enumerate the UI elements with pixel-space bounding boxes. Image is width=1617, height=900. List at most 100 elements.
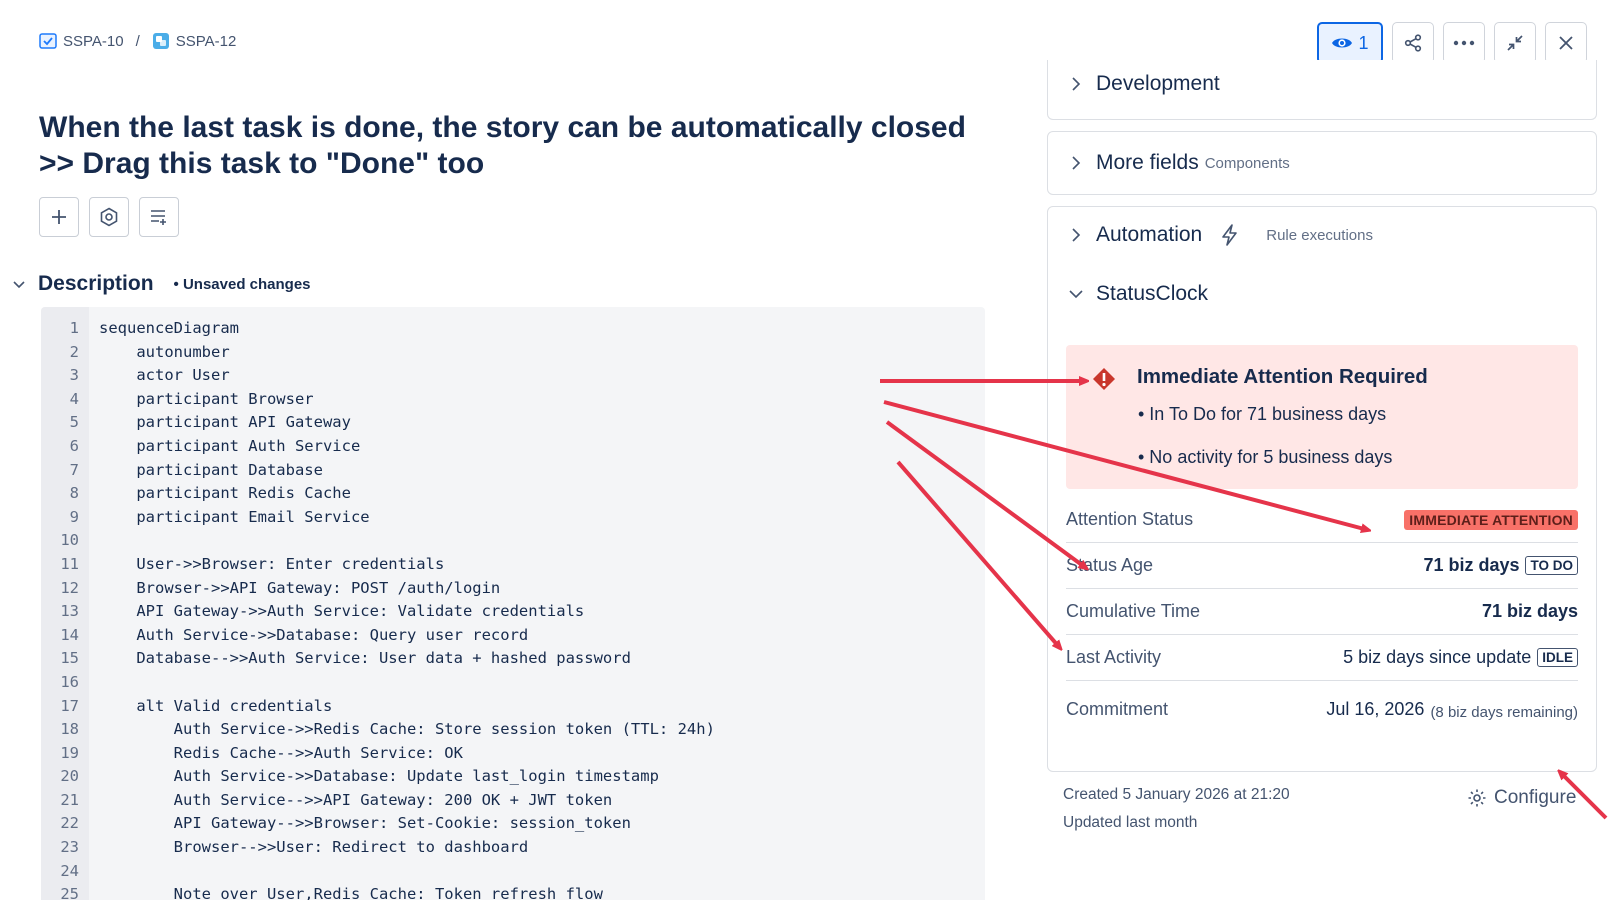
breadcrumb-separator: / — [135, 32, 140, 50]
line-number: 21 — [60, 790, 79, 809]
apps-button[interactable] — [89, 197, 129, 237]
line-text: sequenceDiagram — [99, 319, 239, 337]
last-activity-label: Last Activity — [1066, 647, 1162, 667]
eye-icon — [1332, 38, 1353, 48]
breadcrumb-parent[interactable]: SSPA-10 — [39, 32, 124, 50]
line-number: 24 — [60, 861, 79, 880]
configure-button[interactable]: Configure — [1467, 787, 1576, 809]
description-header[interactable]: Description • Unsaved changes — [12, 272, 311, 296]
development-panel[interactable]: Development — [1047, 60, 1597, 120]
line-number: 4 — [69, 389, 79, 408]
automation-row[interactable]: Automation Rule executions — [1068, 223, 1373, 247]
code-line: 12 Browser->>API Gateway: POST /auth/log… — [41, 577, 985, 601]
code-line: 22 API Gateway-->>Browser: Set-Cookie: s… — [41, 812, 985, 836]
code-line: 5 participant API Gateway — [41, 411, 985, 435]
development-title: Development — [1096, 72, 1220, 95]
more-fields-panel[interactable]: More fields Components — [1047, 131, 1597, 195]
code-line: 25 Note over User,Redis Cache: Token ref… — [41, 883, 985, 900]
code-line: 7 participant Database — [41, 459, 985, 483]
attention-alert: Immediate Attention Required • In To Do … — [1066, 345, 1578, 489]
close-button[interactable] — [1545, 22, 1587, 64]
line-number: 14 — [60, 625, 79, 644]
line-number: 25 — [60, 885, 79, 900]
code-line: 15 Database-->>Auth Service: User data +… — [41, 647, 985, 671]
line-text: participant Browser — [99, 389, 314, 408]
code-lines: 1 sequenceDiagram 2 autonumber 3 actor User… — [41, 317, 985, 900]
configure-label: Configure — [1494, 787, 1577, 808]
automation-title: Automation — [1096, 223, 1203, 246]
commitment-date: Jul 16, 2026 — [1326, 698, 1425, 719]
lightning-icon — [1222, 224, 1238, 246]
automation-panel: Automation Rule executions StatusClock I… — [1047, 206, 1597, 772]
statusclock-row[interactable]: StatusClock — [1068, 282, 1208, 306]
line-text: Note over User,Redis Cache: Token refres… — [99, 885, 603, 900]
created-timestamp: Created 5 January 2026 at 21:20 — [1063, 786, 1290, 803]
more-actions-button[interactable] — [1443, 22, 1485, 64]
commitment-row: Commitment Jul 16, 2026 (8 biz days remai… — [1066, 683, 1578, 735]
code-line: 24 — [41, 860, 985, 884]
plus-icon — [52, 210, 66, 224]
code-line: 10 — [41, 529, 985, 553]
statusclock-title: StatusClock — [1096, 282, 1209, 305]
code-line: 18 Auth Service->>Redis Cache: Store ses… — [41, 718, 985, 742]
status-badge-todo: TO DO — [1525, 556, 1578, 575]
chevron-right-icon — [1072, 156, 1081, 170]
title-actions — [39, 197, 179, 237]
rule-executions-link[interactable]: Rule executions — [1266, 227, 1373, 244]
breadcrumb: SSPA-10 / SSPA-12 — [39, 32, 236, 50]
line-number: 7 — [69, 460, 79, 479]
more-icon — [1453, 40, 1475, 46]
more-fields-row[interactable]: More fields Components — [1068, 151, 1290, 175]
collapse-button[interactable] — [1494, 22, 1536, 64]
attention-status-label: Attention Status — [1066, 509, 1194, 529]
line-number: 5 — [69, 413, 79, 432]
line-text: participant Email Service — [99, 507, 370, 526]
cumulative-time-label: Cumulative Time — [1066, 601, 1201, 621]
description-title: Description — [38, 272, 154, 295]
line-text: Auth Service-->>API Gateway: 200 OK + JW… — [99, 790, 613, 809]
line-number: 15 — [60, 649, 79, 668]
line-number: 16 — [60, 672, 79, 691]
attention-status-row: Attention Status IMMEDIATE ATTENTION — [1066, 497, 1578, 543]
line-number: 12 — [60, 578, 79, 597]
line-number: 8 — [69, 484, 79, 503]
line-text: Auth Service->>Redis Cache: Store sessio… — [99, 720, 715, 739]
gear-icon — [1468, 789, 1486, 807]
collapse-icon — [1507, 35, 1523, 51]
code-line: 17 alt Valid credentials — [41, 695, 985, 719]
code-line: 3 actor User — [41, 364, 985, 388]
line-number: 17 — [60, 696, 79, 715]
code-editor[interactable]: 1 sequenceDiagram 2 autonumber 3 actor User… — [41, 307, 985, 900]
line-text: API Gateway->>Auth Service: Validate cre… — [99, 602, 585, 621]
issue-title[interactable]: When the last task is done, the story ca… — [39, 110, 979, 182]
code-line: 23 Browser-->>User: Redirect to dashboar… — [41, 836, 985, 860]
line-number: 9 — [69, 507, 79, 526]
last-activity-row: Last Activity 5 biz days since update IDL… — [1066, 635, 1578, 681]
watch-button[interactable]: 1 — [1317, 22, 1383, 64]
breadcrumb-current[interactable]: SSPA-12 — [152, 32, 236, 50]
alert-bullet-activity: • No activity for 5 business days — [1138, 447, 1393, 467]
chevron-down-icon — [13, 281, 25, 289]
line-text: autonumber — [99, 342, 230, 361]
line-text: Auth Service->>Database: Query user reco… — [99, 625, 529, 644]
line-text: Browser->>API Gateway: POST /auth/login — [99, 578, 501, 597]
development-row[interactable]: Development — [1068, 72, 1220, 96]
code-line: 13 API Gateway->>Auth Service: Validate … — [41, 600, 985, 624]
line-number: 20 — [60, 767, 79, 786]
watch-count: 1 — [1358, 32, 1369, 53]
add-list-button[interactable] — [139, 197, 179, 237]
idle-badge: IDLE — [1537, 648, 1578, 667]
more-fields-title: More fields — [1096, 151, 1199, 174]
list-add-icon — [151, 210, 166, 225]
line-number: 23 — [60, 838, 79, 857]
share-button[interactable] — [1392, 22, 1434, 64]
add-button[interactable] — [39, 197, 79, 237]
code-line: 6 participant Auth Service — [41, 435, 985, 459]
line-text: Database-->>Auth Service: User data + ha… — [99, 649, 631, 668]
code-line: 8 participant Redis Cache — [41, 482, 985, 506]
attention-status-badge: IMMEDIATE ATTENTION — [1404, 509, 1578, 530]
line-text — [79, 529, 99, 553]
line-number: 6 — [69, 436, 79, 455]
updated-timestamp: Updated last month — [1063, 814, 1198, 831]
line-text: Auth Service->>Database: Update last_log… — [99, 767, 659, 786]
